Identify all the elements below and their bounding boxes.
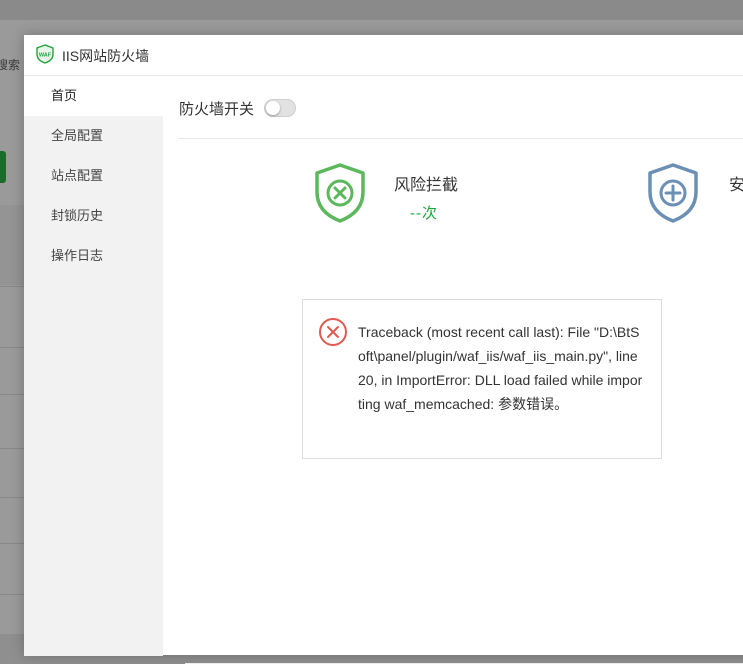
sidebar-item-operation-log[interactable]: 操作日志	[24, 236, 163, 276]
firewall-switch-label: 防火墙开关	[179, 100, 255, 118]
firewall-switch-row: 防火墙开关	[179, 96, 297, 120]
background-divider	[0, 347, 24, 348]
svg-text:WAF: WAF	[39, 53, 52, 59]
background-green-button	[0, 151, 6, 183]
risk-intercept-label: 风险拦截	[394, 177, 459, 194]
error-dialog: Traceback (most recent call last): File …	[302, 299, 662, 459]
risk-intercept-count: --次	[410, 205, 438, 222]
background-divider	[0, 543, 24, 544]
stat2-label: 安	[729, 177, 743, 194]
divider	[178, 138, 743, 139]
shield-plus-icon	[648, 163, 698, 223]
background-divider	[0, 594, 24, 595]
background-divider	[0, 497, 24, 498]
waf-shield-logo: WAF	[36, 44, 54, 64]
background-divider	[0, 286, 24, 287]
sidebar-item-site-config[interactable]: 站点配置	[24, 156, 163, 196]
sidebar: 首页 全局配置 站点配置 封锁历史 操作日志	[24, 76, 163, 656]
waf-modal-window: WAF IIS网站防火墙 首页 全局配置 站点配置 封锁历史 操作日志 防火墙开…	[24, 35, 743, 664]
sidebar-item-global-config[interactable]: 全局配置	[24, 116, 163, 156]
background-topbar	[0, 0, 743, 20]
firewall-toggle[interactable]	[264, 99, 297, 117]
toggle-knob	[266, 101, 281, 115]
shield-x-icon	[315, 163, 365, 223]
error-circle-x-icon	[319, 318, 347, 346]
main-content: 防火墙开关 风险拦截 --次 安 Traceback (most recent …	[163, 76, 743, 664]
background-divider	[0, 394, 24, 395]
error-message: Traceback (most recent call last): File …	[358, 324, 643, 412]
background-search-label: 搜索	[0, 58, 21, 72]
modal-title: IIS网站防火墙	[62, 48, 150, 64]
background-divider	[0, 448, 24, 449]
modal-header: WAF IIS网站防火墙	[24, 35, 743, 76]
background-row	[0, 205, 24, 285]
sidebar-item-block-history[interactable]: 封锁历史	[24, 196, 163, 236]
sidebar-item-home[interactable]: 首页	[24, 76, 163, 116]
